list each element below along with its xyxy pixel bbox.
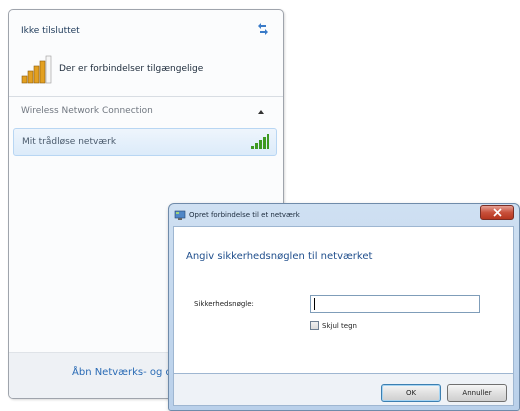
dialog-heading: Angiv sikkerhedsnøglen til netværket — [186, 251, 373, 262]
section-wireless-network-connection[interactable]: Wireless Network Connection — [21, 106, 271, 116]
security-key-input[interactable] — [310, 295, 480, 313]
ok-button[interactable]: OK — [381, 384, 441, 402]
screen: Ikke tilsluttet Der er forbindelser tilg… — [0, 0, 520, 411]
open-network-center-link[interactable]: Åbn Netværks- og d — [72, 367, 172, 378]
close-button[interactable] — [480, 205, 514, 220]
connect-network-dialog: Opret forbindelse til et netværk Angiv s… — [168, 203, 520, 411]
dialog-content: Angiv sikkerhedsnøglen til netværket Sik… — [173, 226, 514, 374]
signal-strength-icon — [251, 134, 269, 149]
signal-strength-icon — [21, 55, 52, 84]
close-icon — [493, 208, 502, 217]
hide-characters-checkbox[interactable] — [310, 321, 319, 330]
network-window-icon — [174, 210, 186, 220]
dialog-title: Opret forbindelse til et netværk — [189, 211, 300, 219]
cancel-button[interactable]: Annuller — [447, 384, 507, 402]
divider — [9, 96, 283, 97]
dialog-button-bar: OK Annuller — [173, 374, 514, 406]
connections-available-text: Der er forbindelser tilgængelige — [59, 64, 204, 74]
chevron-up-icon[interactable] — [257, 108, 265, 116]
text-caret — [314, 298, 315, 310]
connection-status-title: Ikke tilsluttet — [21, 26, 80, 36]
hide-characters-label[interactable]: Skjul tegn — [322, 322, 357, 330]
connections-available-row: Der er forbindelser tilgængelige — [21, 50, 203, 88]
security-key-label: Sikkerhedsnøgle: — [194, 300, 254, 308]
network-list-item[interactable]: Mit trådløse netværk — [13, 128, 277, 156]
refresh-icon[interactable] — [255, 22, 271, 36]
dialog-titlebar[interactable]: Opret forbindelse til et netværk — [169, 204, 519, 226]
hide-characters-row[interactable]: Skjul tegn — [310, 321, 357, 330]
network-name: Mit trådløse netværk — [22, 137, 117, 147]
